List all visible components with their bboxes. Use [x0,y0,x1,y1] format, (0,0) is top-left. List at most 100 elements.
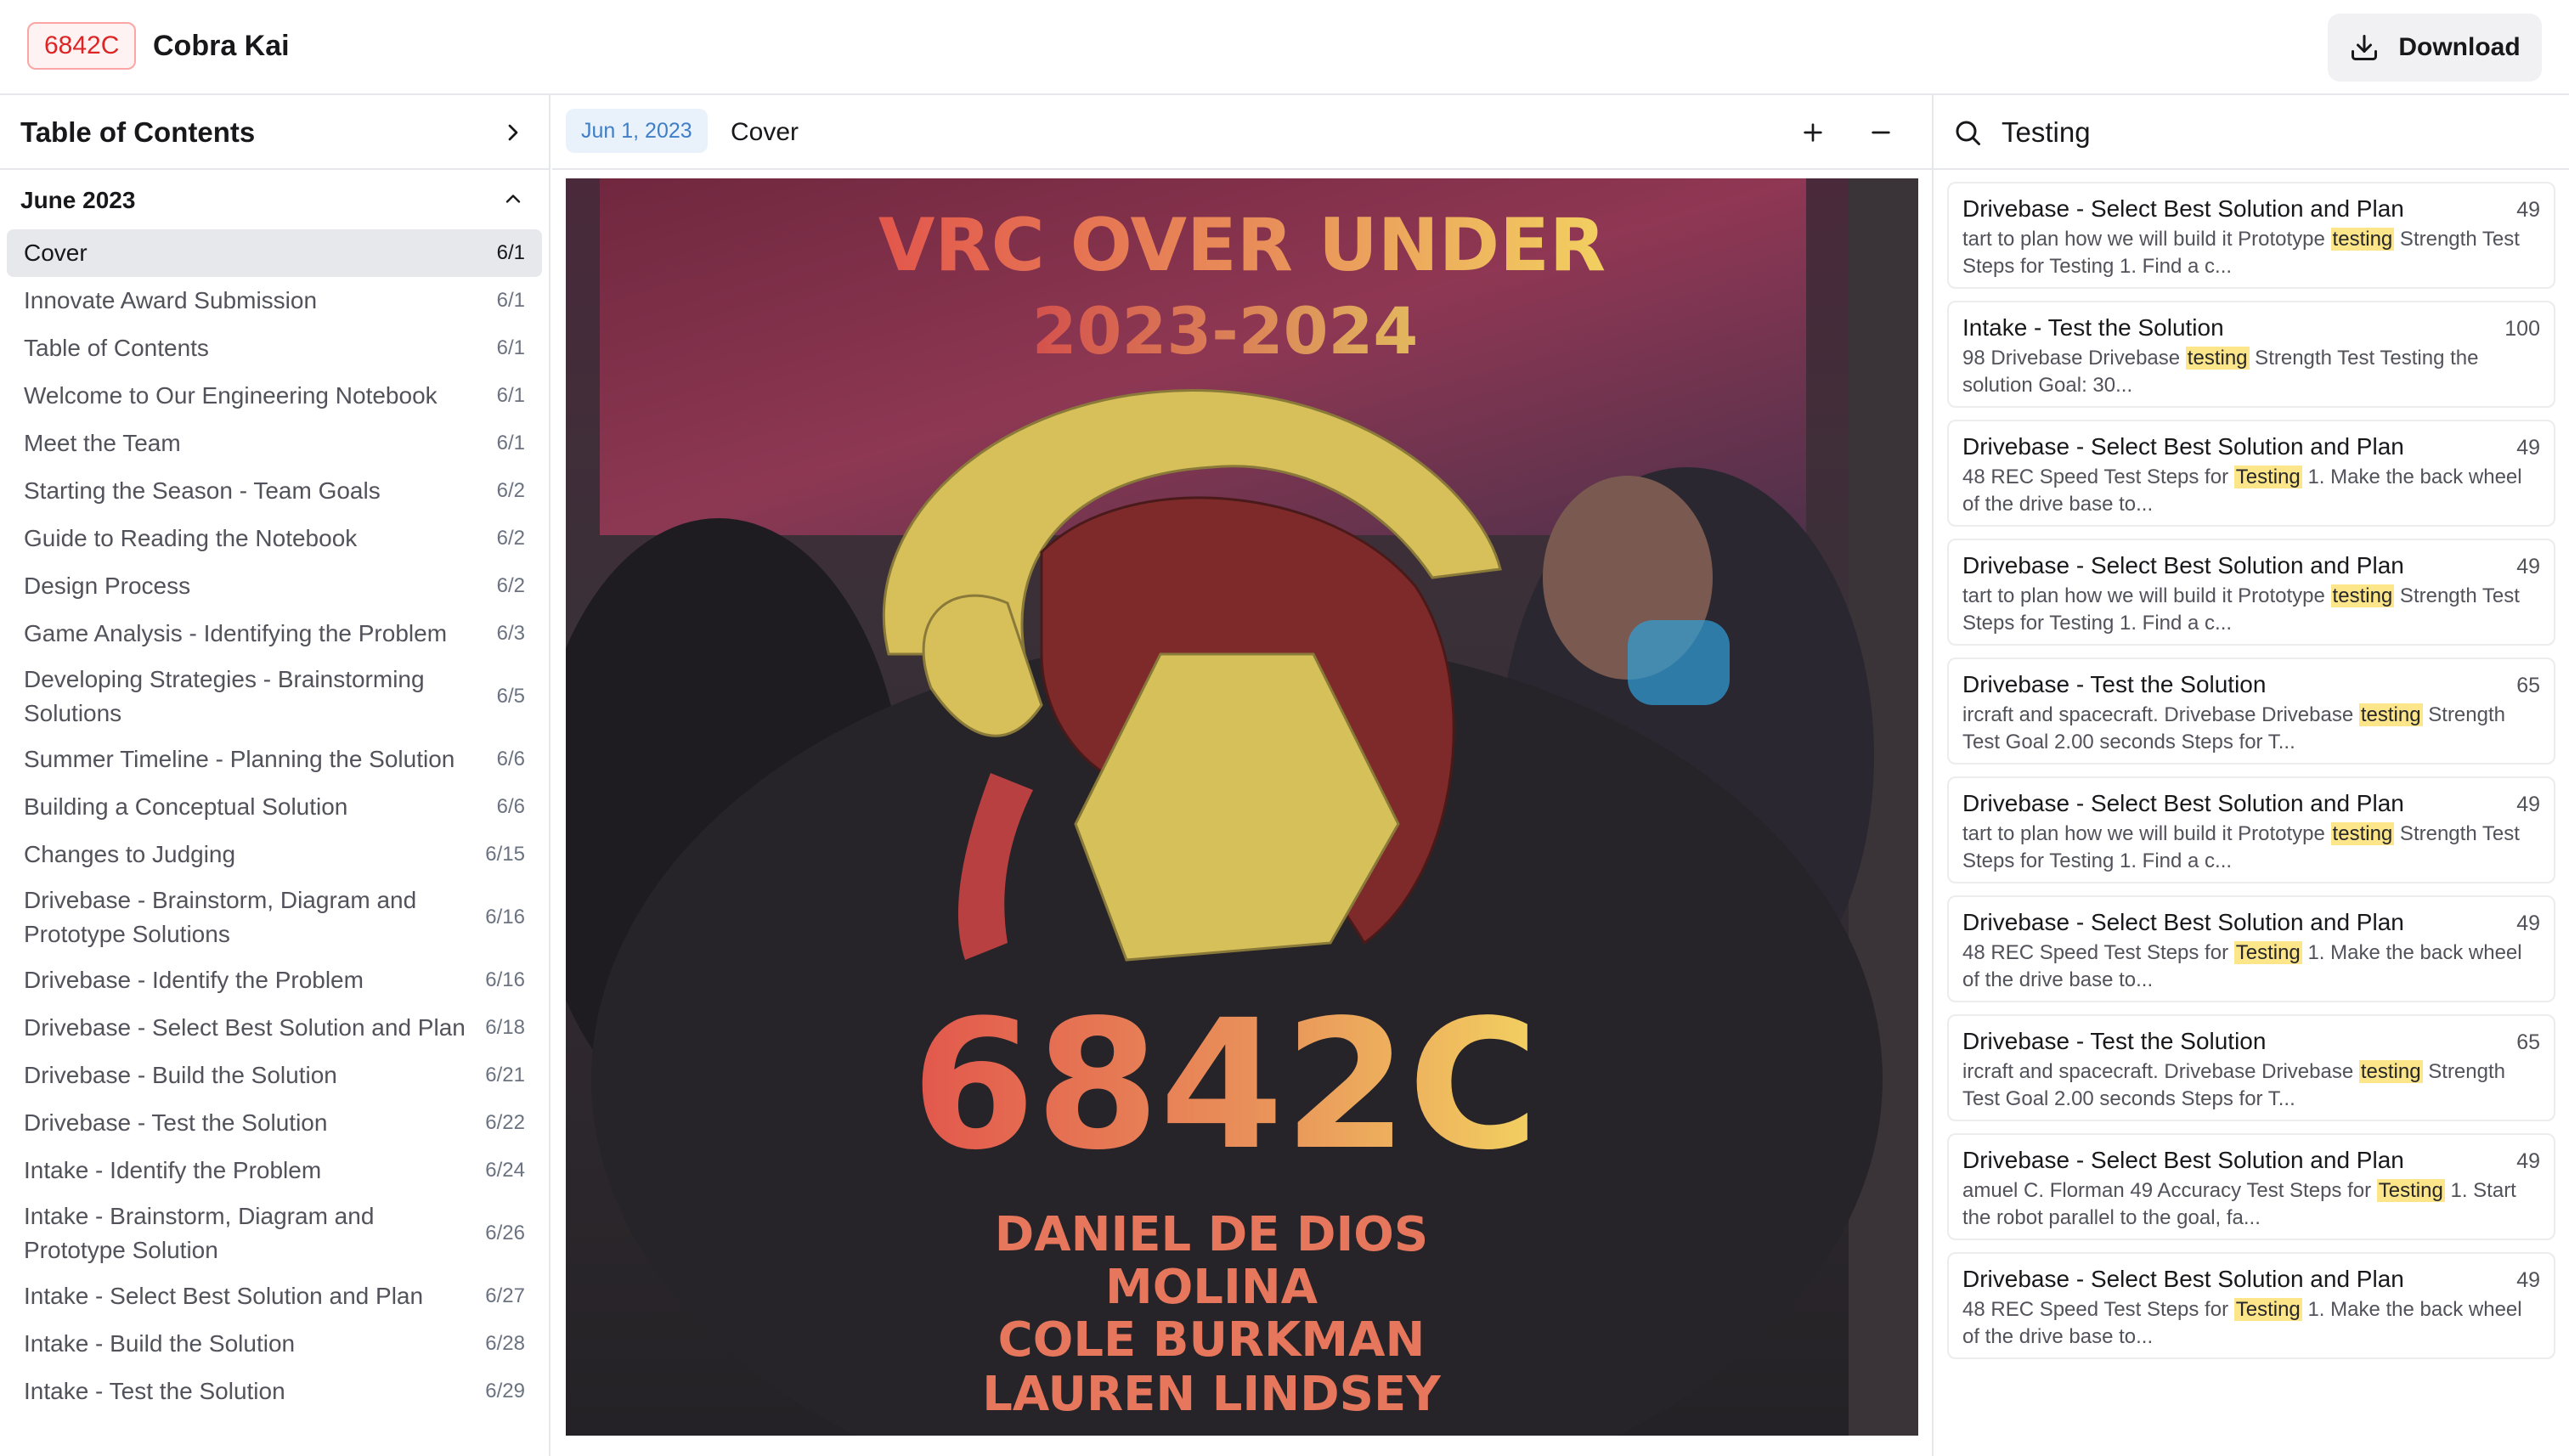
search-result-snippet: ircraft and spacecraft. Drivebase Driveb… [1962,1058,2540,1113]
zoom-in-button[interactable] [1793,112,1833,153]
download-icon [2352,35,2378,60]
search-result[interactable]: Drivebase - Select Best Solution and Pla… [1947,182,2555,289]
toc-item[interactable]: Cover 6/1 [7,229,542,277]
page-title: Cover [731,118,799,146]
search-input[interactable] [2002,109,2545,156]
toc-item-label: Guide to Reading the Notebook [24,525,358,551]
download-button[interactable]: Download [2328,14,2542,82]
toc-item[interactable]: Intake - Brainstorm, Diagram and Prototy… [7,1194,542,1273]
toc-item[interactable]: Meet the Team 6/1 [7,420,542,467]
viewer-toolbar: Jun 1, 2023 Cover [552,95,1932,170]
search-result[interactable]: Drivebase - Select Best Solution and Pla… [1947,776,2555,883]
table-of-contents-sidebar: Table of Contents June 2023 Cover 6/1 Inno… [0,95,550,1456]
toc-item-date: 6/26 [485,1222,525,1244]
search-result[interactable]: Drivebase - Select Best Solution and Pla… [1947,895,2555,1002]
search-result[interactable]: Drivebase - Select Best Solution and Pla… [1947,420,2555,527]
search-result[interactable]: Intake - Test the Solution 100 98 Drivebas… [1947,301,2555,408]
page-date-chip: Jun 1, 2023 [566,109,708,153]
search-result-snippet: tart to plan how we will build it Protot… [1962,821,2540,875]
toc-item-label: Intake - Brainstorm, Diagram and Prototy… [24,1203,375,1263]
search-result[interactable]: Drivebase - Select Best Solution and Pla… [1947,1133,2555,1240]
toc-item[interactable]: Intake - Identify the Problem 6/24 [7,1147,542,1194]
search-panel: Drivebase - Select Best Solution and Pla… [1932,95,2569,1456]
snippet-text: 48 REC Speed Test Steps for [1962,466,2234,488]
toc-item[interactable]: Intake - Select Best Solution and Plan 6/… [7,1273,542,1320]
toc-item[interactable]: Starting the Season - Team Goals 6/2 [7,467,542,515]
toc-item[interactable]: Innovate Award Submission 6/1 [7,277,542,324]
toc-item-label: Game Analysis - Identifying the Problem [24,620,448,646]
month-group-header[interactable]: June 2023 [0,170,549,229]
toc-item-date: 6/2 [496,479,525,502]
toc-item-label: Building a Conceptual Solution [24,793,348,820]
toc-item[interactable]: Changes to Judging 6/15 [7,831,542,878]
toc-item[interactable]: Drivebase - Test the Solution 6/22 [7,1099,542,1147]
search-result-title: Drivebase - Select Best Solution and Pla… [1962,790,2404,816]
toc-item[interactable]: Summer Timeline - Planning the Solution 6… [7,736,542,783]
toc-item[interactable]: Intake - Test the Solution 6/29 [7,1368,542,1415]
search-result-header: Drivebase - Test the Solution 65 [1962,1026,2540,1057]
search-result[interactable]: Drivebase - Test the Solution 65 ircraft a… [1947,1014,2555,1121]
toc-item[interactable]: Design Process 6/2 [7,562,542,610]
toc-item[interactable]: Drivebase - Build the Solution 6/21 [7,1052,542,1099]
toc-item[interactable]: Intake - Build the Solution 6/28 [7,1320,542,1368]
search-result-title: Drivebase - Select Best Solution and Pla… [1962,195,2404,222]
search-result-snippet: amuel C. Florman 49 Accuracy Test Steps … [1962,1177,2540,1232]
search-result[interactable]: Drivebase - Select Best Solution and Pla… [1947,539,2555,646]
chevron-right-icon[interactable] [500,119,527,146]
toc-item-label: Starting the Season - Team Goals [24,477,381,504]
search-result[interactable]: Drivebase - Select Best Solution and Pla… [1947,1252,2555,1359]
toc-item-label: Changes to Judging [24,841,236,867]
month-label: June 2023 [20,187,136,213]
cover-heading-line2: 2023-2024 [1032,293,1419,369]
search-results: Drivebase - Select Best Solution and Pla… [1934,170,2569,1359]
toc-item-date: 6/22 [485,1111,525,1134]
snippet-text: tart to plan how we will build it Protot… [1962,822,2331,845]
toc-item-date: 6/6 [496,748,525,770]
cover-artwork: VRC OVER UNDER 2023-2024 6842C DANIEL DE… [566,178,1918,1436]
team-number-badge: 6842C [27,22,137,70]
toc-item[interactable]: Developing Strategies - Brainstorming So… [7,657,542,736]
search-result-title: Drivebase - Select Best Solution and Pla… [1962,433,2404,460]
search-bar [1934,95,2569,170]
search-result-page: 49 [2516,555,2540,578]
toc-item-label: Innovate Award Submission [24,287,318,313]
toc-item-label: Design Process [24,573,191,599]
toc-list: Cover 6/1 Innovate Award Submission 6/1 Tabl… [0,229,549,1415]
search-result-title: Drivebase - Test the Solution [1962,671,2267,697]
app-header: 6842C Cobra Kai Download [0,0,2569,95]
search-result-title: Drivebase - Select Best Solution and Pla… [1962,1147,2404,1173]
toc-item[interactable]: Drivebase - Select Best Solution and Pla… [7,1004,542,1052]
search-result-header: Drivebase - Select Best Solution and Pla… [1962,1264,2540,1295]
search-result-page: 100 [2504,317,2540,341]
toc-item[interactable]: Drivebase - Brainstorm, Diagram and Prot… [7,878,542,957]
toc-item[interactable]: Table of Contents 6/1 [7,324,542,372]
search-result-header: Drivebase - Select Best Solution and Pla… [1962,194,2540,224]
search-result-page: 49 [2516,198,2540,222]
cover-name-4: LAUREN LINDSEY [982,1367,1442,1422]
toc-item[interactable]: Welcome to Our Engineering Notebook 6/1 [7,372,542,420]
toc-item[interactable]: Guide to Reading the Notebook 6/2 [7,515,542,562]
search-result-page: 49 [2516,1149,2540,1173]
toc-item-date: 6/16 [485,968,525,991]
toc-item-date: 6/1 [496,432,525,454]
toc-item[interactable]: Game Analysis - Identifying the Problem 6… [7,610,542,657]
search-result-snippet: ircraft and spacecraft. Drivebase Driveb… [1962,702,2540,756]
toc-item[interactable]: Building a Conceptual Solution 6/6 [7,783,542,831]
snippet-highlight: testing [2330,584,2395,607]
toc-item-label: Welcome to Our Engineering Notebook [24,382,438,409]
search-result[interactable]: Drivebase - Test the Solution 65 ircraft a… [1947,657,2555,765]
toc-item-label: Table of Contents [24,335,209,361]
toc-item[interactable]: Drivebase - Identify the Problem 6/16 [7,957,542,1004]
team-name: Cobra Kai [153,30,290,62]
cover-name-2: MOLINA [1105,1260,1318,1315]
chevron-up-icon[interactable] [501,187,525,211]
search-icon [1956,121,1980,145]
toc-item-date: 6/21 [485,1064,525,1086]
zoom-out-button[interactable] [1860,112,1901,153]
snippet-highlight: Testing [2233,1298,2302,1321]
toc-item-label: Intake - Build the Solution [24,1330,296,1357]
toc-item-date: 6/1 [496,289,525,312]
snippet-highlight: Testing [2233,466,2302,488]
minus-icon [1872,131,1890,134]
search-result-page: 65 [2516,674,2540,697]
